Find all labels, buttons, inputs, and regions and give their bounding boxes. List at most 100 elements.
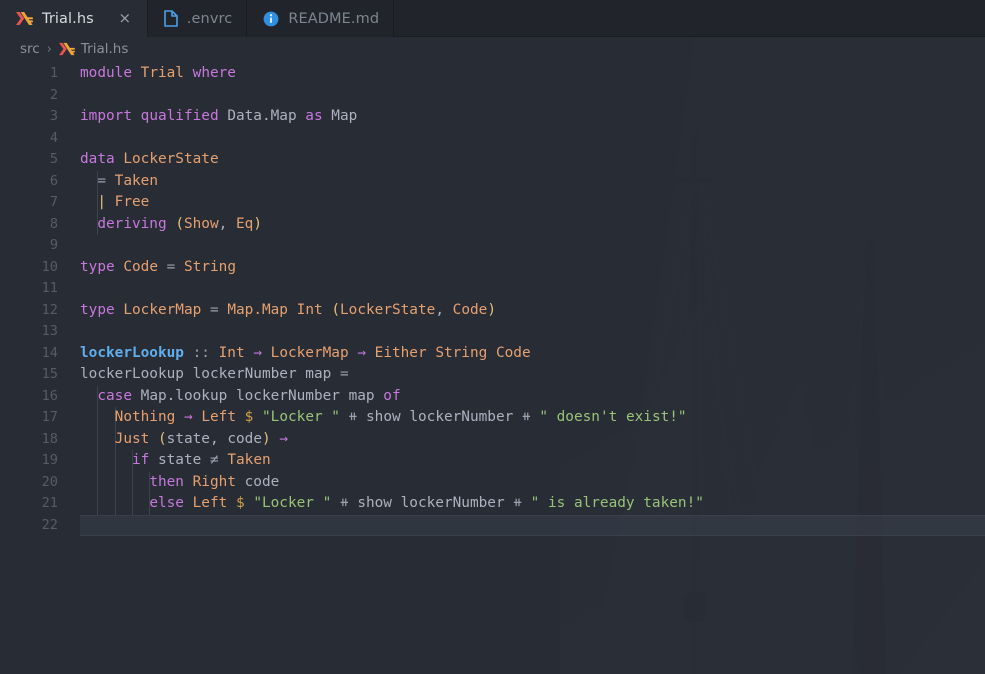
token-kw: type <box>80 301 115 318</box>
token-id: map <box>348 387 375 404</box>
token-op: :: <box>192 344 210 361</box>
token-par: | <box>97 194 106 210</box>
code-line[interactable]: 16 case Map.lookup lockerNumber map of <box>0 386 985 408</box>
code-content[interactable]: 1 module Trial where 2 3 import qualified Da… <box>0 61 985 536</box>
code-line-text: lockerLookup :: Int → LockerMap → Either… <box>58 343 531 365</box>
code-line[interactable]: 6 = Taken <box>0 171 985 193</box>
breadcrumb-label: src <box>20 41 40 57</box>
code-line[interactable]: 2 <box>0 85 985 107</box>
tab-envrc[interactable]: .envrc <box>147 0 248 37</box>
token-par: ) <box>487 301 496 318</box>
code-line[interactable]: 7 | Free <box>0 192 985 214</box>
token-typ: Left <box>201 409 236 425</box>
token-op: ⧺ <box>521 409 531 425</box>
line-number: 16 <box>41 387 58 404</box>
token-id <box>331 495 340 511</box>
token-id <box>175 409 184 425</box>
code-line[interactable]: 1 module Trial where <box>0 63 985 85</box>
tab-label: Trial.hs <box>42 10 94 27</box>
breadcrumb-item-src[interactable]: src <box>20 41 40 57</box>
token-typ: LockerMap <box>123 301 202 318</box>
code-line[interactable]: 9 <box>0 235 985 257</box>
code-line[interactable]: 15 lockerLookup lockerNumber map = <box>0 364 985 386</box>
line-number: 20 <box>41 473 58 490</box>
token-par: ) <box>253 215 262 232</box>
token-typ: Trial <box>140 65 184 81</box>
line-number: 17 <box>41 409 58 425</box>
token-id: map <box>305 366 332 382</box>
code-line[interactable]: 3 import qualified Data.Map as Map <box>0 106 985 128</box>
token-pun: , <box>435 301 444 318</box>
token-typ: Map.Map <box>227 301 288 318</box>
token-id <box>245 495 254 511</box>
token-id <box>106 194 115 210</box>
code-line[interactable]: 8 deriving (Show, Eq) <box>0 214 985 236</box>
token-pun: , <box>209 430 219 447</box>
line-number: 7 <box>49 194 58 210</box>
token-id <box>487 345 496 361</box>
token-id: show <box>357 495 392 511</box>
line-number: 9 <box>49 237 58 253</box>
token-id <box>375 388 384 404</box>
breadcrumb-item-trial-hs[interactable]: Trial.hs <box>58 41 128 57</box>
code-line-text: type LockerMap = Map.Map Int (LockerStat… <box>58 300 496 322</box>
code-line[interactable]: 4 <box>0 128 985 150</box>
token-typ: String <box>184 258 236 275</box>
token-op: = <box>97 172 106 189</box>
tab-trial-hs[interactable]: Trial.hs × <box>0 0 148 37</box>
token-id <box>149 431 158 447</box>
token-kw: deriving <box>97 215 167 232</box>
code-line[interactable]: 17 Nothing → Left $ "Locker " ⧺ show loc… <box>0 407 985 429</box>
token-id <box>427 345 436 361</box>
code-line-text: = Taken <box>58 171 158 193</box>
code-line[interactable]: 5 data LockerState <box>0 149 985 171</box>
token-id <box>149 452 158 468</box>
token-kw: of <box>383 387 401 404</box>
token-str: "Locker " <box>253 495 332 511</box>
token-typ: Int <box>218 344 245 361</box>
token-id <box>444 302 453 318</box>
token-id <box>288 302 297 318</box>
line-number: 11 <box>41 280 58 296</box>
code-line[interactable]: 19 if state ≠ Taken <box>0 450 985 472</box>
token-opp: → <box>279 430 288 447</box>
token-str: " is already taken!" <box>530 495 704 511</box>
token-id <box>132 108 141 124</box>
code-line-text: deriving (Show, Eq) <box>58 214 262 236</box>
code-line[interactable]: 21 else Left $ "Locker " ⧺ show lockerNu… <box>0 493 985 515</box>
line-number: 6 <box>49 172 58 189</box>
token-id <box>132 388 141 404</box>
token-id <box>505 495 514 511</box>
code-line[interactable]: 20 then Right code <box>0 472 985 494</box>
token-id <box>106 173 115 189</box>
token-typ: Show <box>183 215 219 232</box>
code-line[interactable]: 12 type LockerMap = Map.Map Int (LockerSt… <box>0 300 985 322</box>
code-line-text: type Code = String <box>58 257 236 279</box>
token-id <box>297 108 306 124</box>
token-id: code <box>227 430 262 447</box>
token-typ: LockerMap <box>270 344 349 361</box>
line-number: 13 <box>41 323 58 339</box>
line-number: 2 <box>49 86 58 103</box>
token-typ: Nothing <box>114 409 176 425</box>
code-line[interactable]: 14 lockerLookup :: Int → LockerMap → Eith… <box>0 343 985 365</box>
token-id: code <box>244 473 280 490</box>
code-line[interactable]: 22 <box>0 514 985 536</box>
line-number: 12 <box>41 301 58 318</box>
token-id <box>366 345 375 361</box>
tab-readme-md[interactable]: README.md <box>247 0 395 37</box>
code-editor[interactable]: 1 module Trial where 2 3 import qualified Da… <box>0 61 985 674</box>
line-number: 22 <box>41 516 58 533</box>
tab-label: README.md <box>288 10 380 27</box>
token-id <box>184 474 193 490</box>
token-id <box>219 108 228 124</box>
token-op: = <box>339 366 349 382</box>
token-id: state <box>166 430 210 447</box>
token-str: " doesn't exist!" <box>539 409 687 425</box>
code-line[interactable]: 11 <box>0 278 985 300</box>
code-line[interactable]: 13 <box>0 321 985 343</box>
code-line[interactable]: 18 Just (state, code) → <box>0 429 985 451</box>
code-line[interactable]: 10 type Code = String <box>0 257 985 279</box>
token-id <box>227 495 236 511</box>
close-icon[interactable]: × <box>117 11 133 26</box>
